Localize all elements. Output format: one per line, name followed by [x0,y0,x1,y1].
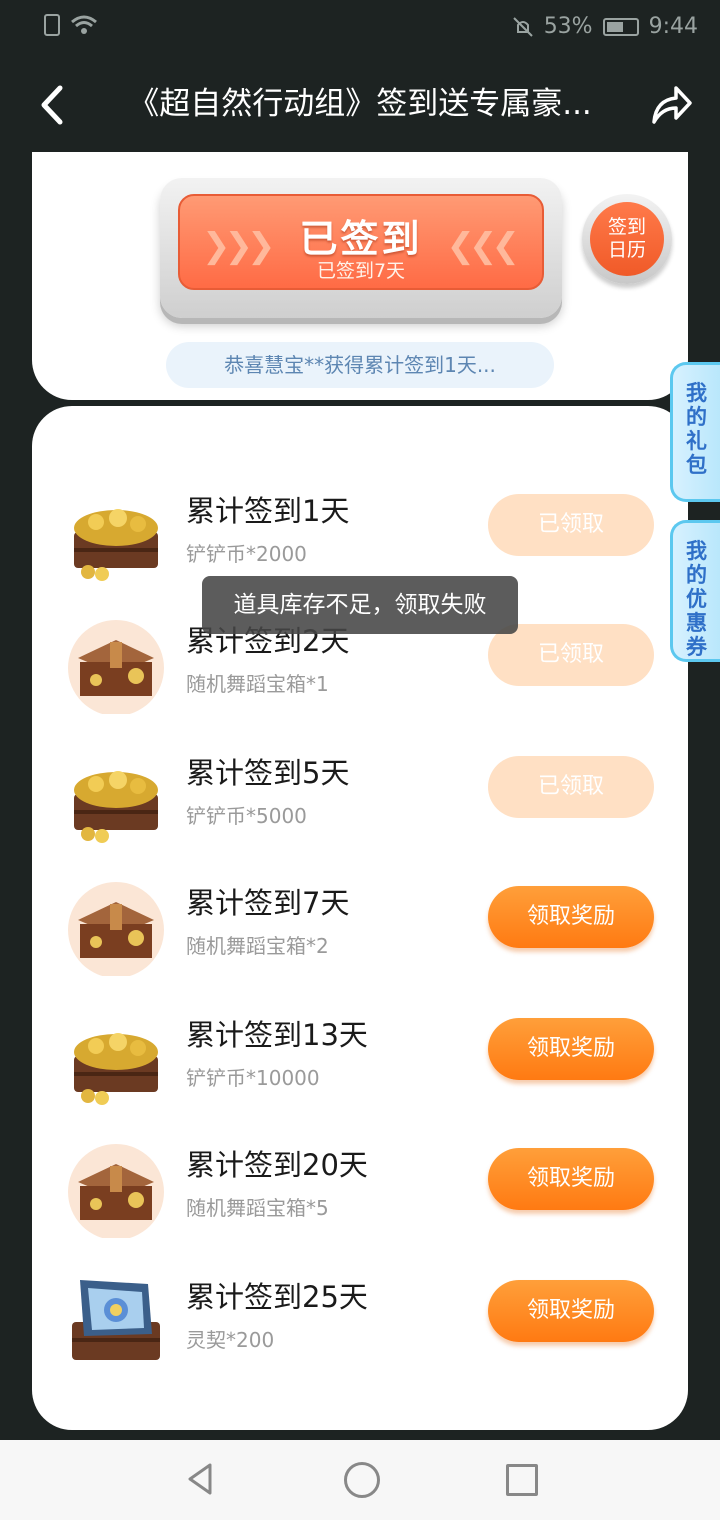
signin-calendar-button[interactable]: 签到 日历 [582,194,672,284]
reward-item: 铲铲币*2000 [186,542,307,566]
signin-button-face: ❯❯❯ ❮❮❮ 已签到 已签到7天 [178,194,544,290]
reward-row: 累计签到20天 随机舞蹈宝箱*5 领取奖励 [32,1126,688,1246]
reward-title: 累计签到13天 [186,1018,368,1052]
dance-chest-icon [68,620,164,714]
system-nav-bar [0,1440,720,1520]
my-coupons-tab[interactable]: 我的优惠券 [670,520,720,662]
dance-chest-icon [68,882,164,976]
reward-item: 随机舞蹈宝箱*1 [186,672,329,696]
sim-icon [44,14,60,36]
clock: 9:44 [648,14,698,39]
reward-title: 累计签到1天 [186,494,350,528]
toast-message: 道具库存不足，领取失败 [202,576,518,634]
system-recents-icon[interactable] [506,1464,538,1496]
share-icon[interactable] [648,82,694,128]
reward-title: 累计签到20天 [186,1148,368,1182]
signin-card: ❯❯❯ ❮❮❮ 已签到 已签到7天 签到 日历 恭喜慧宝**获得累计签到1天..… [32,152,688,400]
reward-title: 累计签到25天 [186,1280,368,1314]
nav-bar: 《超自然行动组》签到送专属豪... [0,56,720,152]
signin-days: 已签到7天 [316,260,406,282]
claimed-button[interactable]: 已领取 [488,494,654,556]
claim-reward-button[interactable]: 领取奖励 [488,1018,654,1080]
reward-item: 铲铲币*5000 [186,804,307,828]
claim-reward-button[interactable]: 领取奖励 [488,886,654,948]
coin-chest-icon [74,509,158,581]
system-back-icon[interactable] [186,1462,214,1496]
claim-reward-button[interactable]: 领取奖励 [488,1148,654,1210]
reward-row: 累计签到1天 铲铲币*2000 已领取 [32,472,688,592]
calendar-button-face: 签到 日历 [590,202,664,276]
status-bar: 53% 9:44 [0,0,720,56]
system-home-icon[interactable] [344,1462,380,1498]
mute-icon [512,16,533,37]
reward-item: 随机舞蹈宝箱*2 [186,934,329,958]
signin-button[interactable]: ❯❯❯ ❮❮❮ 已签到 已签到7天 [160,178,562,318]
battery-icon [602,17,639,36]
reward-row: 累计签到13天 铲铲币*10000 领取奖励 [32,996,688,1116]
notice-marquee: 恭喜慧宝**获得累计签到1天... [166,342,554,388]
my-gift-pack-tab[interactable]: 我的礼包 [670,362,720,502]
reward-list: 累计签到1天 铲铲币*2000 已领取 累计签到2天 随机舞蹈宝箱*1 已领取 … [32,406,688,1430]
reward-item: 随机舞蹈宝箱*5 [186,1196,329,1220]
coin-chest-icon [74,771,158,843]
reward-title: 累计签到5天 [186,756,350,790]
reward-row: 累计签到5天 铲铲币*5000 已领取 [32,734,688,854]
calendar-label-line1: 签到 [607,216,646,238]
back-icon[interactable] [34,82,74,128]
wifi-icon [71,15,97,34]
claim-reward-button[interactable]: 领取奖励 [488,1280,654,1342]
reward-item: 铲铲币*10000 [186,1066,320,1090]
spirit-contract-icon [72,1280,160,1360]
reward-item: 灵契*200 [186,1328,275,1352]
reward-title: 累计签到7天 [186,886,350,920]
reward-row: 累计签到25天 灵契*200 领取奖励 [32,1258,688,1378]
page-title: 《超自然行动组》签到送专属豪... [128,86,592,122]
reward-row: 累计签到7天 随机舞蹈宝箱*2 领取奖励 [32,864,688,984]
claimed-button[interactable]: 已领取 [488,756,654,818]
battery-percent: 53% [543,14,593,39]
signin-status: 已签到 [299,217,423,261]
coin-chest-icon [74,1033,158,1105]
calendar-label-line2: 日历 [607,239,646,261]
dance-chest-icon [68,1144,164,1238]
